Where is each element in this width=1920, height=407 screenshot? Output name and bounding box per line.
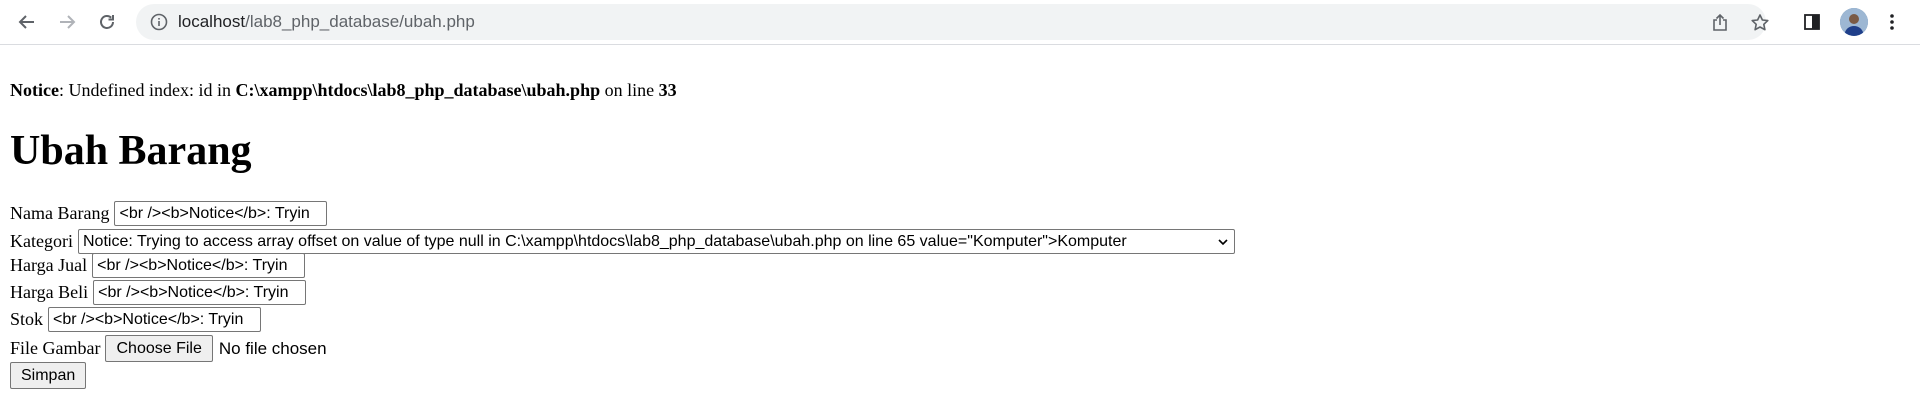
no-file-text: No file chosen	[218, 338, 327, 358]
arrow-right-icon	[60, 15, 76, 29]
row-harga-beli: Harga Beli <br /><b>Notice</b>: Tryin	[10, 280, 307, 305]
harga-beli-input[interactable]: <br /><b>Notice</b>: Tryin	[93, 280, 307, 305]
row-harga-jual: Harga Jual <br /><b>Notice</b>: Tryin	[10, 253, 306, 278]
row-kategori: Kategori Notice: Trying to access array …	[10, 229, 1235, 254]
chevron-down-icon	[1218, 238, 1228, 245]
nama-barang-input[interactable]: <br /><b>Notice</b>: Tryin	[114, 201, 328, 226]
harga-beli-label: Harga Beli	[10, 282, 89, 302]
php-notice: Notice: Undefined index: id in C:\xampp\…	[10, 80, 677, 101]
reload-icon	[100, 15, 114, 29]
profile-avatar[interactable]	[1840, 8, 1868, 36]
url-host: localhost	[178, 12, 246, 31]
kategori-label: Kategori	[10, 231, 73, 251]
simpan-button[interactable]: Simpan	[10, 362, 87, 389]
nama-barang-label: Nama Barang	[10, 203, 110, 223]
notice-message: : Undefined index: id in	[58, 80, 236, 100]
harga-jual-input[interactable]: <br /><b>Notice</b>: Tryin	[92, 253, 306, 278]
url-path: /lab8_php_database/ubah.php	[245, 12, 475, 31]
notice-file: C:\xampp\htdocs\lab8_php_database\ubah.p…	[235, 80, 601, 100]
row-file-gambar: File Gambar Choose File No file chosen	[10, 335, 327, 362]
user-avatar-icon	[1840, 8, 1868, 36]
row-submit: Simpan	[10, 362, 87, 389]
notice-label: Notice	[10, 80, 59, 100]
row-stok: Stok <br /><b>Notice</b>: Tryin	[10, 307, 262, 332]
side-panel-icon	[1804, 14, 1820, 30]
info-icon[interactable]	[150, 13, 168, 31]
arrow-left-icon	[18, 15, 34, 29]
harga-jual-label: Harga Jual	[10, 255, 88, 275]
bookmark-star-icon[interactable]	[1750, 13, 1770, 33]
stok-label: Stok	[10, 309, 44, 329]
notice-line-number: 33	[658, 80, 677, 100]
reload-button[interactable]	[91, 6, 123, 38]
file-gambar-label: File Gambar	[10, 338, 101, 358]
share-icon[interactable]	[1710, 13, 1730, 33]
browser-toolbar: localhost/lab8_php_database/ubah.php	[0, 0, 1920, 45]
forward-button[interactable]	[51, 6, 83, 38]
side-panel-button[interactable]	[1796, 6, 1828, 38]
url-text[interactable]: localhost/lab8_php_database/ubah.php	[178, 4, 475, 40]
kategori-selected-value: Notice: Trying to access array offset on…	[82, 233, 1127, 250]
notice-line-text: on line	[600, 80, 659, 100]
back-button[interactable]	[11, 6, 43, 38]
choose-file-button[interactable]: Choose File	[105, 335, 213, 362]
more-vert-icon	[1890, 14, 1894, 30]
page-title: Ubah Barang	[10, 128, 252, 174]
row-nama-barang: Nama Barang <br /><b>Notice</b>: Tryin	[10, 201, 328, 226]
address-bar[interactable]: localhost/lab8_php_database/ubah.php	[136, 4, 1769, 40]
kategori-select[interactable]: Notice: Trying to access array offset on…	[77, 229, 1235, 254]
stok-input[interactable]: <br /><b>Notice</b>: Tryin	[48, 307, 262, 332]
menu-button[interactable]	[1876, 6, 1908, 38]
